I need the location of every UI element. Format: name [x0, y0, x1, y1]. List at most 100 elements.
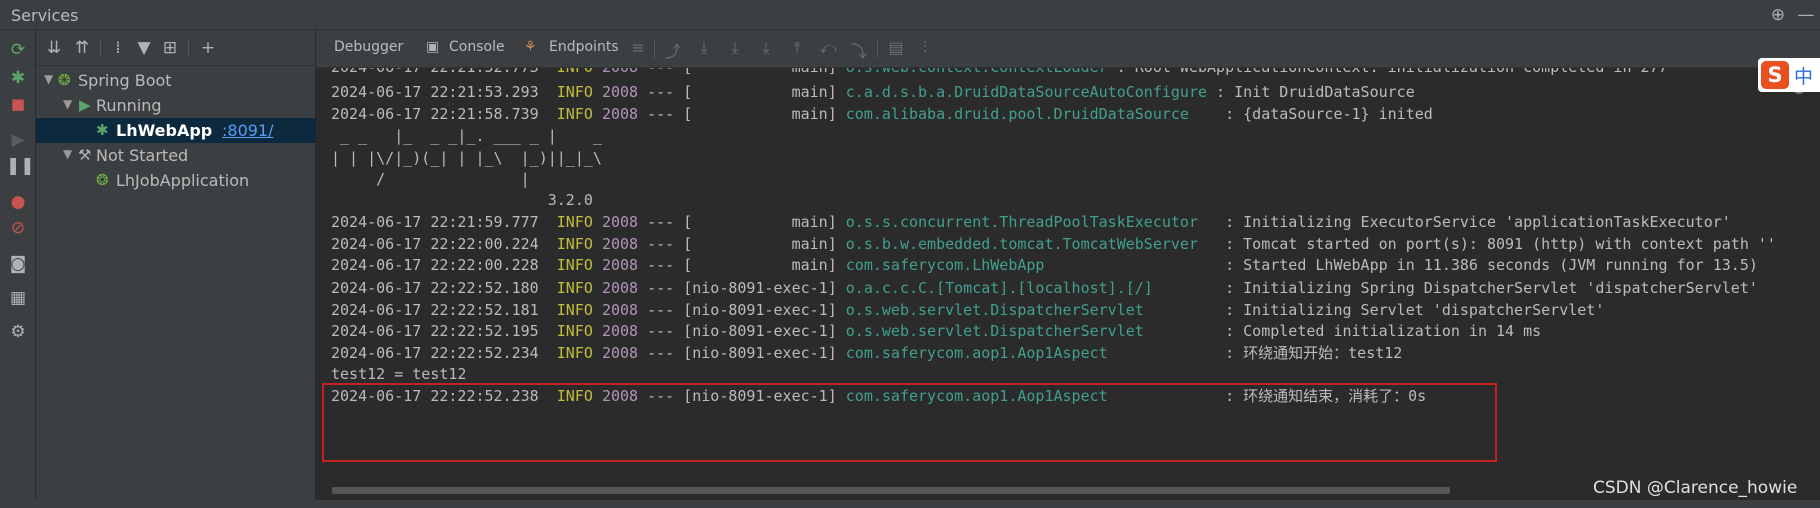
pause-icon[interactable]: ❚❚ — [6, 154, 35, 178]
logger-name[interactable]: o.a.c.c.C.[Tomcat].[localhost].[/] — [846, 279, 1207, 297]
ime-toolbar[interactable]: S 中 — [1758, 58, 1820, 92]
crosshair-icon[interactable]: ⊕ — [1768, 5, 1788, 25]
console-timestamp: 2024-06-17 22:21:59.777 — [331, 213, 539, 231]
camera-icon[interactable]: ◙ — [6, 252, 30, 276]
services-title-bar: Services ⊕ — — [0, 0, 1820, 30]
wrench-icon: ⚒ — [78, 146, 92, 164]
step-out-icon[interactable]: ⤒ — [786, 38, 808, 58]
chevron-down-icon[interactable]: ▼ — [63, 97, 72, 111]
tab-console[interactable]: Console — [449, 39, 505, 55]
run-to-cursor-icon[interactable]: ⤵ — [848, 38, 870, 62]
filter-icon[interactable]: ▼ — [132, 36, 156, 60]
trace-icon[interactable]: ⫶ — [914, 38, 936, 58]
bottom-status-strip — [0, 500, 1820, 508]
tree-item-label: LhJobApplication — [116, 171, 250, 190]
tree-item-label: Not Started — [96, 146, 189, 165]
add-service-icon[interactable]: + — [196, 36, 220, 60]
group-by-icon[interactable]: ⁞ — [106, 36, 130, 60]
rerun-icon[interactable]: ⟳ — [6, 38, 30, 62]
evaluate-expression-icon[interactable]: ▤ — [885, 38, 907, 57]
console-timestamp: 2024-06-17 22:22:00.224 — [331, 235, 539, 253]
process-id: 2008 — [601, 322, 639, 340]
collapse-all-icon[interactable]: ⇈ — [70, 36, 94, 60]
minimize-icon[interactable]: — — [1796, 5, 1816, 25]
log-level: INFO — [556, 105, 593, 123]
tree-item-spring-boot[interactable]: ▼ ❂ Spring Boot — [36, 68, 316, 93]
tree-item-not-started[interactable]: ▼ ⚒ Not Started — [36, 143, 316, 168]
force-step-into-icon[interactable]: ⤓ — [755, 38, 777, 58]
log-level: INFO — [556, 301, 593, 319]
tab-endpoints[interactable]: Endpoints — [549, 39, 619, 55]
console-icon: ▣ — [426, 39, 440, 55]
horizontal-scrollbar[interactable] — [332, 487, 1450, 494]
port-link[interactable]: :8091/ — [222, 121, 274, 140]
highlight-annotation-box — [322, 383, 1497, 462]
drop-frame-icon[interactable]: ⤺ — [817, 38, 839, 58]
console-text: 3.2.0 — [331, 191, 611, 209]
console-text: | | |\/|_)(_| | |_\ |_)||_|_\ — [331, 149, 611, 167]
logger-name[interactable]: o.s.s.concurrent.ThreadPoolTaskExecutor — [846, 213, 1207, 231]
chevron-down-icon[interactable]: ▼ — [44, 72, 53, 86]
tree-item-lhwebapp[interactable]: ✱ LhWebApp :8091/ — [36, 118, 316, 143]
thread-name: --- [ main] — [647, 235, 837, 253]
new-tab-icon[interactable]: ⊞ — [158, 36, 182, 60]
resume-icon[interactable]: ▶ — [6, 128, 30, 152]
console-text: / | — [331, 170, 611, 188]
step-over-icon[interactable]: ⤓ — [693, 38, 715, 58]
menu-icon[interactable]: ≡ — [627, 38, 649, 57]
logger-name[interactable]: com.alibaba.druid.pool.DruidDataSource — [846, 105, 1207, 123]
stop-icon[interactable]: ■ — [6, 92, 30, 116]
logger-name[interactable]: o.s.web.servlet.DispatcherServlet — [846, 322, 1207, 340]
breakpoints-icon[interactable]: ● — [6, 190, 30, 214]
logger-name[interactable]: o.s.b.w.embedded.tomcat.TomcatWebServer — [846, 235, 1207, 253]
log-message: : Initializing ExecutorService 'applicat… — [1216, 213, 1731, 231]
logger-name[interactable]: com.saferycom.aop1.Aop1Aspect — [846, 344, 1207, 362]
ime-mode-indicator[interactable]: 中 — [1794, 62, 1813, 89]
services-tree-panel: ⇊ ⇈ ⁞ ▼ ⊞ + ▼ ❂ Spring Boot ▼ ▶ Running … — [36, 30, 316, 508]
log-message: : Completed initialization in 14 ms — [1216, 322, 1542, 340]
logger-name[interactable]: o.s.web.servlet.DispatcherServlet — [846, 301, 1207, 319]
layout-icon[interactable]: ▦ — [6, 286, 30, 310]
step-into-icon[interactable]: ⤓ — [724, 38, 746, 58]
watermark-text: CSDN @Clarence_howie — [1593, 478, 1798, 498]
debug-bug-icon[interactable]: ✱ — [6, 66, 30, 90]
tree-toolbar: ⇊ ⇈ ⁞ ▼ ⊞ + — [36, 30, 316, 66]
left-toolbar: ⟳ ✱ ■ ▶ ❚❚ ● ⊘ ◙ ▦ ⚙ — [0, 30, 36, 508]
settings-gear-icon[interactable]: ⚙ — [6, 320, 30, 344]
process-id: 2008 — [601, 105, 639, 123]
tree-item-running[interactable]: ▼ ▶ Running — [36, 93, 316, 118]
expand-all-icon[interactable]: ⇊ — [42, 36, 66, 60]
log-message: : Started LhWebApp in 11.386 seconds (JV… — [1216, 256, 1758, 274]
show-execution-point-icon[interactable]: ⤴ — [662, 38, 684, 62]
process-id: 2008 — [601, 256, 639, 274]
chevron-down-icon[interactable]: ▼ — [63, 147, 72, 161]
logger-name[interactable]: c.a.d.s.b.a.DruidDataSourceAutoConfigure — [846, 83, 1207, 101]
toolbar-separator — [877, 40, 878, 58]
logger-name[interactable]: o.s.web.context.ContextLoader — [846, 68, 1108, 76]
logger-name[interactable]: com.saferycom.LhWebApp — [846, 256, 1207, 274]
tab-debugger[interactable]: Debugger — [334, 39, 403, 55]
mute-breakpoints-icon[interactable]: ⊘ — [6, 216, 30, 240]
tree-item-lhjobapplication[interactable]: ❂ LhJobApplication — [36, 168, 316, 193]
sogou-logo-icon: S — [1761, 61, 1789, 89]
console-timestamp: 2024-06-17 22:22:52.180 — [331, 279, 539, 297]
